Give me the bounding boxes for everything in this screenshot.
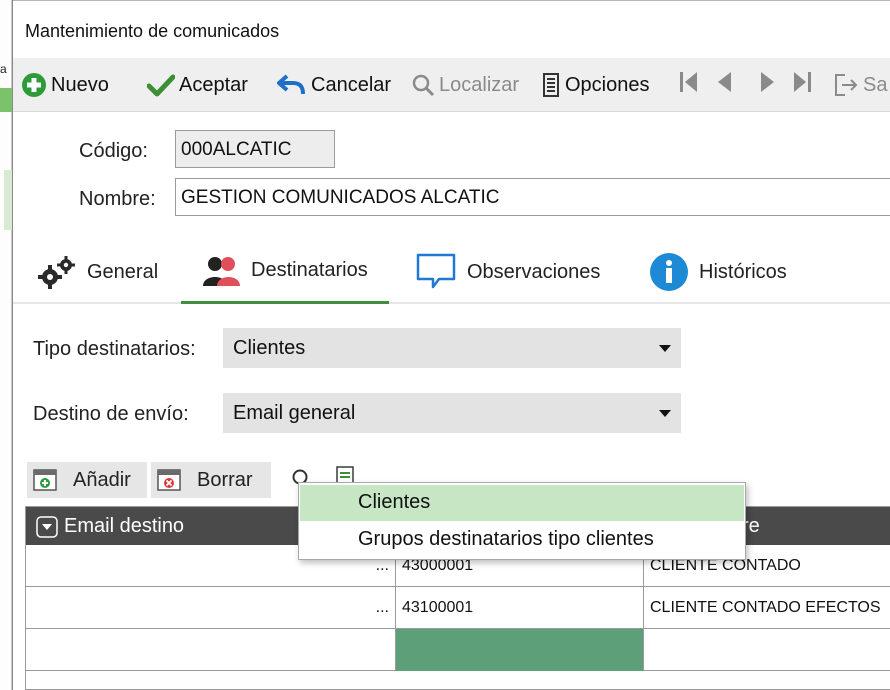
cancelar-label: Cancelar: [311, 73, 392, 96]
chevron-down-icon: [659, 410, 671, 417]
tab-destinatarios[interactable]: Destinatarios: [181, 240, 389, 304]
column-email-destino-label: Email destino: [64, 515, 185, 537]
users-icon: [201, 254, 241, 288]
code-cell-active[interactable]: [396, 629, 644, 671]
code-cell[interactable]: 43100001: [396, 587, 644, 629]
nombre-field[interactable]: GESTION COMUNICADOS ALCATIC: [175, 178, 890, 216]
cancelar-button[interactable]: Cancelar: [277, 70, 391, 100]
speech-bubble-icon: [415, 251, 457, 293]
search-icon: [411, 73, 435, 97]
tab-observaciones[interactable]: Observaciones: [415, 240, 600, 304]
screen: a Mantenimiento de comunicados Nuevo Ace…: [0, 0, 890, 690]
tipo-destinatarios-label: Tipo destinatarios:: [33, 338, 196, 360]
borrar-button[interactable]: Borrar: [151, 462, 271, 498]
info-icon: [649, 252, 689, 292]
tab-historicos-label: Históricos: [699, 260, 787, 283]
codigo-label: Código:: [79, 140, 148, 162]
previous-icon: [713, 69, 735, 101]
tab-observaciones-label: Observaciones: [467, 260, 601, 283]
name-cell[interactable]: [644, 629, 890, 671]
plus-circle-icon: [21, 72, 47, 98]
add-row-icon: [33, 469, 57, 491]
salir-button[interactable]: Sa: [833, 70, 887, 100]
first-record-button[interactable]: [677, 70, 701, 100]
table-row[interactable]: ... 43100001 CLIENTE CONTADO EFECTOS: [26, 587, 890, 629]
dropdown-option-grupos[interactable]: Grupos destinatarios tipo clientes: [300, 522, 744, 558]
exit-icon: [833, 72, 859, 98]
window-title: Mantenimiento de comunicados: [25, 21, 280, 41]
first-icon: [677, 69, 701, 101]
aceptar-label: Aceptar: [179, 73, 248, 96]
destino-envio-value: Email general: [233, 402, 356, 424]
table-row-new[interactable]: [26, 629, 890, 671]
next-icon: [757, 69, 779, 101]
background-window-text: a: [0, 62, 7, 76]
last-record-button[interactable]: [791, 70, 815, 100]
main-window: Mantenimiento de comunicados Nuevo Acept…: [12, 0, 890, 690]
destino-envio-select[interactable]: Email general: [223, 393, 681, 433]
tab-destinatarios-label: Destinatarios: [251, 259, 368, 281]
last-icon: [791, 69, 815, 101]
anadir-label: Añadir: [73, 468, 131, 491]
background-window-green-panel: [4, 170, 12, 230]
email-cell[interactable]: [26, 629, 396, 671]
email-cell[interactable]: ...: [26, 587, 396, 629]
background-window-green-bar: [0, 88, 12, 112]
toolbar: Nuevo Aceptar Cancelar Localizar Opcione…: [13, 58, 890, 112]
search-type-dropdown: Clientes Grupos destinatarios tipo clien…: [298, 482, 746, 560]
next-record-button[interactable]: [757, 70, 779, 100]
column-menu-icon[interactable]: [36, 515, 58, 538]
document-icon: [541, 72, 561, 98]
tab-bar: General Destinatarios Observaciones Hist…: [13, 240, 890, 304]
column-email-destino[interactable]: Email destino: [36, 515, 184, 538]
salir-label: Sa: [863, 73, 888, 96]
tab-historicos[interactable]: Históricos: [649, 240, 787, 304]
tipo-destinatarios-value: Clientes: [233, 337, 306, 359]
aceptar-button[interactable]: Aceptar: [147, 70, 248, 100]
tab-general[interactable]: General: [37, 240, 158, 304]
codigo-field[interactable]: 000ALCATIC: [175, 130, 335, 168]
name-cell[interactable]: CLIENTE CONTADO EFECTOS: [644, 587, 890, 629]
tipo-destinatarios-select[interactable]: Clientes: [223, 328, 681, 368]
title-bar[interactable]: Mantenimiento de comunicados: [13, 0, 890, 58]
opciones-label: Opciones: [565, 73, 650, 96]
check-icon: [147, 73, 175, 97]
previous-record-button[interactable]: [713, 70, 735, 100]
localizar-button[interactable]: Localizar: [411, 70, 519, 100]
tab-general-label: General: [87, 260, 159, 283]
opciones-button[interactable]: Opciones: [541, 70, 650, 100]
borrar-label: Borrar: [197, 468, 253, 491]
dropdown-option-clientes[interactable]: Clientes: [300, 485, 744, 521]
undo-arrow-icon: [277, 73, 307, 97]
chevron-down-icon: [659, 345, 671, 352]
nuevo-label: Nuevo: [51, 73, 109, 96]
localizar-label: Localizar: [439, 73, 520, 96]
gears-icon: [37, 254, 77, 290]
nombre-label: Nombre:: [79, 188, 156, 210]
delete-row-icon: [157, 469, 181, 491]
destino-envio-label: Destino de envío:: [33, 403, 189, 425]
anadir-button[interactable]: Añadir: [27, 462, 147, 498]
nuevo-button[interactable]: Nuevo: [21, 70, 109, 100]
background-window: a: [0, 0, 12, 690]
